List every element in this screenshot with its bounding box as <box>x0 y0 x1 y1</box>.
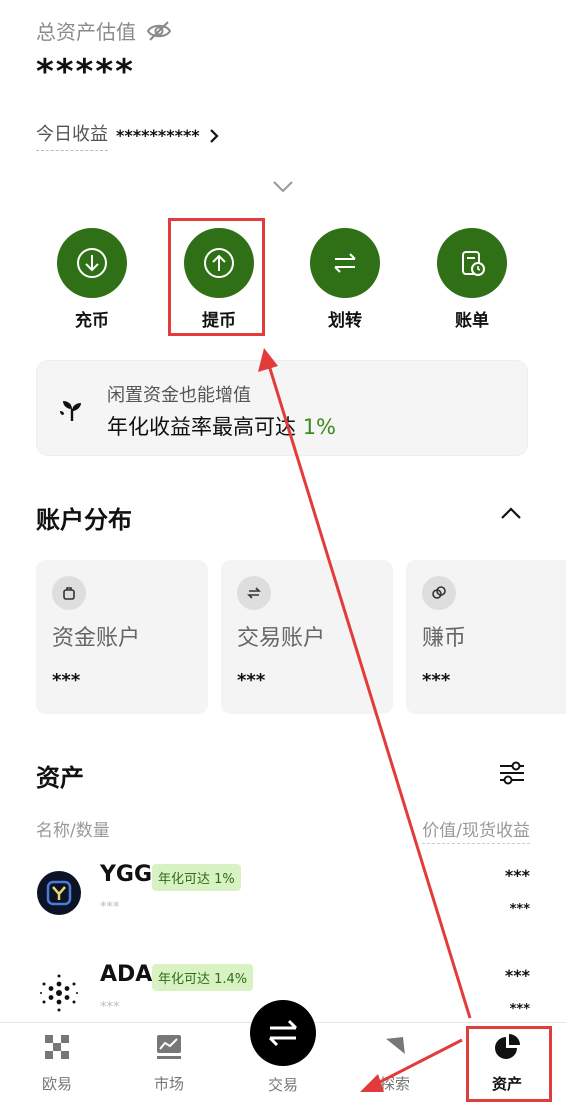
asset-quantity: *** <box>100 1000 120 1015</box>
funding-account-card[interactable]: 资金账户 *** <box>36 560 208 714</box>
trade-swap-icon <box>268 1019 298 1047</box>
column-header-name: 名称/数量 <box>36 821 110 841</box>
asset-row-ygg[interactable]: YGG 年化可达 1% *** *** *** <box>0 852 566 942</box>
today-pnl-value: ********** <box>116 126 200 145</box>
today-pnl-row[interactable]: 今日收益 ********** <box>36 120 220 151</box>
promo-line2-pct: 1% <box>302 415 337 439</box>
chevron-down-icon[interactable] <box>272 180 294 194</box>
earn-icon-wrap <box>422 576 456 610</box>
trading-account-value: *** <box>237 670 266 691</box>
chevron-up-icon[interactable] <box>500 506 522 520</box>
okx-logo-icon <box>45 1035 69 1059</box>
earn-name: 赚币 <box>422 626 467 651</box>
ygg-coin-icon <box>37 871 81 915</box>
nav-item-explore[interactable]: 探索 <box>350 1033 440 1094</box>
earn-value: *** <box>422 670 451 691</box>
nav-item-okx[interactable]: 欧易 <box>12 1033 102 1094</box>
asset-value: *** <box>504 966 530 985</box>
trading-icon-wrap <box>237 576 271 610</box>
nav-label-okx: 欧易 <box>41 1075 72 1093</box>
today-pnl-label: 今日收益 <box>36 120 108 151</box>
deposit-icon <box>77 248 107 278</box>
total-assets-label-text: 总资产估值 <box>36 20 136 44</box>
funding-account-value: *** <box>52 670 81 691</box>
deposit-circle <box>57 228 127 298</box>
assets-title: 资产 <box>36 764 84 792</box>
funding-icon-wrap <box>52 576 86 610</box>
asset-symbol: ADA <box>100 962 153 987</box>
nav-item-market[interactable]: 市场 <box>124 1033 214 1094</box>
asset-symbol: YGG <box>100 862 153 887</box>
asset-quantity: *** <box>100 900 120 915</box>
transfer-icon <box>334 253 356 273</box>
swap-icon <box>247 587 261 599</box>
market-chart-icon <box>157 1035 181 1059</box>
asset-pnl: *** <box>509 902 530 917</box>
asset-pnl: *** <box>509 1002 530 1017</box>
transfer-label: 划转 <box>328 311 362 331</box>
quick-actions: 充币 提币 划转 账单 <box>0 228 566 331</box>
deposit-button[interactable]: 充币 <box>47 228 137 331</box>
column-header-value[interactable]: 价值/现货收益 <box>422 816 530 844</box>
promo-line2-prefix: 年化收益率最高可达 <box>107 415 296 439</box>
bill-icon <box>462 251 485 276</box>
funding-account-name: 资金账户 <box>52 626 141 651</box>
distribution-title: 账户分布 <box>36 506 132 534</box>
promo-line2: 年化收益率最高可达 1% <box>107 411 336 441</box>
transfer-button[interactable]: 划转 <box>300 228 390 331</box>
trade-fab-button[interactable] <box>250 1000 316 1066</box>
trading-account-name: 交易账户 <box>237 626 326 651</box>
highlight-box-withdraw <box>168 218 265 336</box>
trading-account-card[interactable]: 交易账户 *** <box>221 560 393 714</box>
coins-icon <box>432 586 446 599</box>
bill-button[interactable]: 账单 <box>427 228 517 331</box>
nav-label-explore: 探索 <box>379 1075 410 1093</box>
bill-circle <box>437 228 507 298</box>
apy-badge[interactable]: 年化可达 1.4% <box>152 964 254 991</box>
ada-coin-icon <box>37 971 81 1015</box>
wallet-bag-icon <box>63 587 75 600</box>
eye-hidden-icon[interactable] <box>146 20 172 42</box>
total-assets-value: ***** <box>36 52 135 92</box>
explore-compass-icon <box>384 1037 406 1056</box>
highlight-box-assets-tab <box>466 1026 552 1102</box>
filter-sliders-icon[interactable] <box>498 760 526 786</box>
nav-label-trade: 交易 <box>267 1076 298 1094</box>
sprout-icon <box>60 401 81 421</box>
transfer-circle <box>310 228 380 298</box>
earn-card[interactable]: 赚币 *** <box>406 560 566 714</box>
promo-banner[interactable]: 闲置资金也能增值 年化收益率最高可达 1% <box>36 360 528 456</box>
total-assets-label: 总资产估值 <box>36 16 172 45</box>
asset-value: *** <box>504 866 530 885</box>
chevron-right-icon <box>209 128 219 143</box>
deposit-label: 充币 <box>75 311 109 331</box>
bill-label: 账单 <box>455 311 489 331</box>
promo-line1: 闲置资金也能增值 <box>107 385 251 406</box>
nav-label-market: 市场 <box>153 1075 184 1093</box>
apy-badge[interactable]: 年化可达 1% <box>152 864 241 891</box>
